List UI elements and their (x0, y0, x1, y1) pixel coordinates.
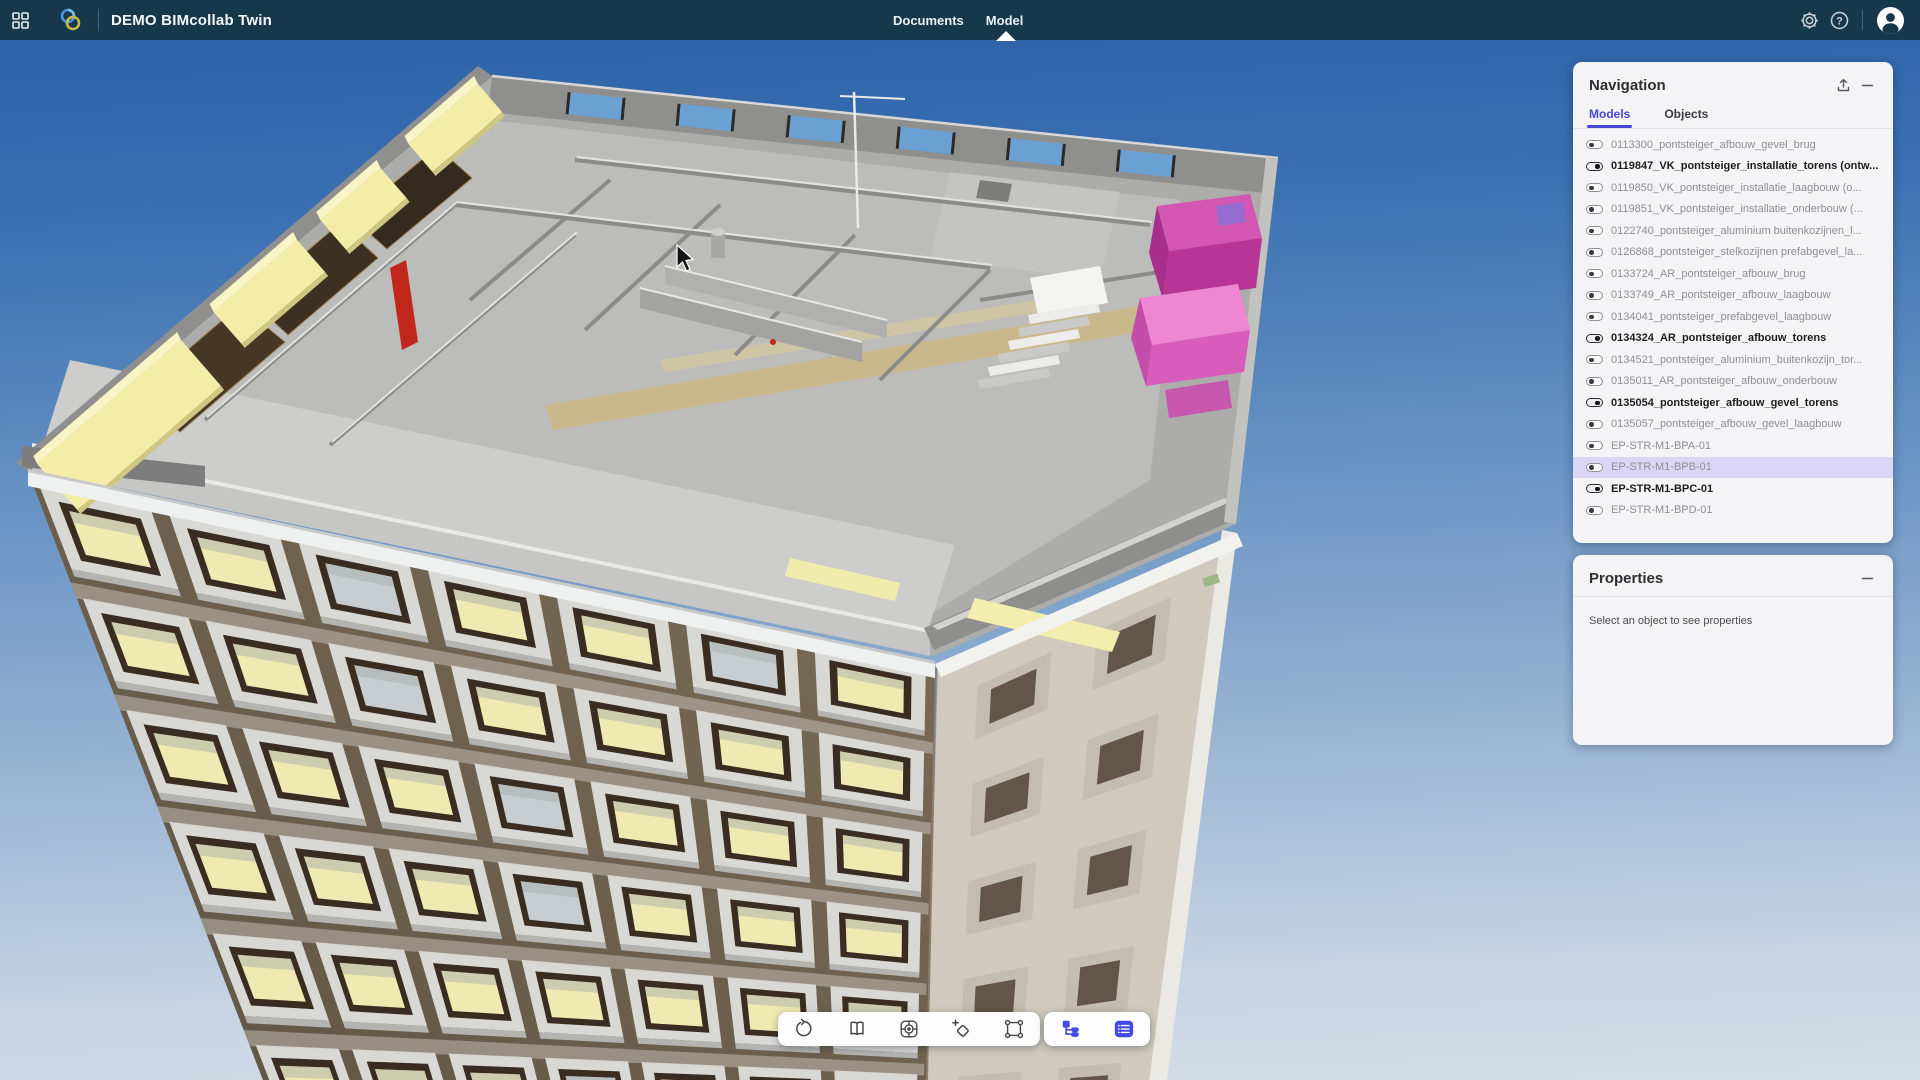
list-view-icon[interactable] (1104, 1014, 1144, 1044)
model-row[interactable]: EP-STR-M1-BPB-01 (1573, 457, 1893, 479)
model-label: 0135011_AR_pontsteiger_afbouw_onderbouw (1611, 375, 1837, 387)
model-label: EP-STR-M1-BPA-01 (1611, 440, 1711, 452)
view-mode-toolbar (1044, 1012, 1150, 1046)
navigation-tabs: Models Objects (1573, 99, 1893, 129)
model-label: 0134521_pontsteiger_aluminium_buitenkozi… (1611, 354, 1862, 366)
visibility-toggle-icon[interactable] (1586, 334, 1603, 343)
visibility-toggle-icon[interactable] (1586, 484, 1603, 493)
reset-view-icon[interactable] (784, 1014, 824, 1044)
model-row[interactable]: 0134324_AR_pontsteiger_afbouw_torens (1573, 328, 1893, 350)
model-label: 0113300_pontsteiger_afbouw_gevel_brug (1611, 139, 1816, 151)
visibility-toggle-icon[interactable] (1586, 312, 1603, 321)
visibility-toggle-icon[interactable] (1586, 355, 1603, 364)
model-row[interactable]: 0133749_AR_pontsteiger_afbouw_laagbouw (1573, 285, 1893, 307)
collapse-icon[interactable] (1855, 75, 1879, 95)
model-list: 0113300_pontsteiger_afbouw_gevel_brug 01… (1573, 129, 1893, 521)
model-row[interactable]: EP-STR-M1-BPC-01 (1573, 478, 1893, 500)
tab-model[interactable]: Model (986, 13, 1024, 28)
visibility-toggle-icon[interactable] (1586, 140, 1603, 149)
visibility-toggle-icon[interactable] (1586, 162, 1603, 171)
model-row[interactable]: EP-STR-M1-BPA-01 (1573, 435, 1893, 457)
visibility-toggle-icon[interactable] (1586, 377, 1603, 386)
visibility-toggle-icon[interactable] (1586, 205, 1603, 214)
bimcollab-logo[interactable] (54, 0, 88, 40)
visibility-toggle-icon[interactable] (1586, 506, 1603, 515)
model-row[interactable]: EP-STR-M1-BPD-01 (1573, 500, 1893, 522)
model-row[interactable]: 0113300_pontsteiger_afbouw_gevel_brug (1573, 134, 1893, 156)
apps-grid-icon[interactable] (0, 0, 40, 40)
visibility-toggle-icon[interactable] (1586, 463, 1603, 472)
model-row[interactable]: 0135057_pontsteiger_afbouw_gevel_laagbou… (1573, 414, 1893, 436)
model-label: 0134041_pontsteiger_prefabgevel_laagbouw (1611, 311, 1831, 323)
visibility-toggle-icon[interactable] (1586, 248, 1603, 257)
viewer-toolbar (778, 1012, 1040, 1046)
settings-gear-icon[interactable] (1794, 0, 1824, 40)
model-label: 0126868_pontsteiger_stelkozijnen prefabg… (1611, 246, 1862, 258)
app-window: { "topbar": { "title": "DEMO BIMcollab T… (0, 0, 1920, 1080)
navigation-panel-title: Navigation (1589, 77, 1831, 94)
divider (1862, 10, 1863, 30)
visibility-toggle-icon[interactable] (1586, 291, 1603, 300)
model-label: EP-STR-M1-BPB-01 (1611, 461, 1712, 473)
model-row[interactable]: 0135011_AR_pontsteiger_afbouw_onderbouw (1573, 371, 1893, 393)
measure-icon[interactable] (941, 1014, 981, 1044)
model-row[interactable]: 0119847_VK_pontsteiger_installatie_toren… (1573, 156, 1893, 178)
visibility-toggle-icon[interactable] (1586, 420, 1603, 429)
tab-objects[interactable]: Objects (1664, 107, 1708, 128)
model-row[interactable]: 0119850_VK_pontsteiger_installatie_laagb… (1573, 177, 1893, 199)
active-tab-pointer (996, 31, 1016, 41)
model-label: 0135057_pontsteiger_afbouw_gevel_laagbou… (1611, 418, 1842, 430)
model-row[interactable]: 0134041_pontsteiger_prefabgevel_laagbouw (1573, 306, 1893, 328)
tab-models[interactable]: Models (1589, 107, 1630, 128)
svg-text:?: ? (1836, 15, 1843, 27)
top-app-bar: DEMO BIMcollab Twin Documents Model ? (0, 0, 1920, 40)
model-row[interactable]: 0126868_pontsteiger_stelkozijnen prefabg… (1573, 242, 1893, 264)
help-icon[interactable]: ? (1824, 0, 1854, 40)
model-label: 0133724_AR_pontsteiger_afbouw_brug (1611, 268, 1806, 280)
model-label: 0119850_VK_pontsteiger_installatie_laagb… (1611, 182, 1862, 194)
properties-empty-message: Select an object to see properties (1573, 597, 1893, 645)
model-row[interactable]: 0133724_AR_pontsteiger_afbouw_brug (1573, 263, 1893, 285)
visibility-toggle-icon[interactable] (1586, 441, 1603, 450)
app-title: DEMO BIMcollab Twin (111, 12, 272, 29)
section-box-icon[interactable] (837, 1014, 877, 1044)
visibility-toggle-icon[interactable] (1586, 183, 1603, 192)
model-label: 0134324_AR_pontsteiger_afbouw_torens (1611, 332, 1826, 344)
tab-documents[interactable]: Documents (893, 13, 964, 28)
visibility-toggle-icon[interactable] (1586, 398, 1603, 407)
model-tree-icon[interactable] (1051, 1014, 1091, 1044)
select-area-icon[interactable] (994, 1014, 1034, 1044)
visibility-toggle-icon[interactable] (1586, 226, 1603, 235)
model-label: 0133749_AR_pontsteiger_afbouw_laagbouw (1611, 289, 1831, 301)
visibility-toggle-icon[interactable] (1586, 269, 1603, 278)
properties-panel: Properties Select an object to see prope… (1573, 555, 1893, 745)
model-label: 0135054_pontsteiger_afbouw_gevel_torens (1611, 397, 1838, 409)
model-row[interactable]: 0134521_pontsteiger_aluminium_buitenkozi… (1573, 349, 1893, 371)
navigation-panel: Navigation Models Objects 0113300_pontst… (1573, 62, 1893, 543)
properties-panel-title: Properties (1589, 570, 1855, 587)
model-label: 0119847_VK_pontsteiger_installatie_toren… (1611, 160, 1878, 172)
navigation-wheel-icon[interactable] (889, 1014, 929, 1044)
collapse-icon[interactable] (1855, 568, 1879, 588)
model-label: 0119851_VK_pontsteiger_installatie_onder… (1611, 203, 1863, 215)
divider (98, 9, 99, 31)
model-row[interactable]: 0135054_pontsteiger_afbouw_gevel_torens (1573, 392, 1893, 414)
model-row[interactable]: 0119851_VK_pontsteiger_installatie_onder… (1573, 199, 1893, 221)
model-label: 0122740_pontsteiger_aluminium buitenkozi… (1611, 225, 1862, 237)
model-label: EP-STR-M1-BPC-01 (1611, 483, 1713, 495)
model-row[interactable]: 0122740_pontsteiger_aluminium buitenkozi… (1573, 220, 1893, 242)
user-avatar[interactable] (1877, 7, 1904, 34)
export-icon[interactable] (1831, 75, 1855, 95)
model-label: EP-STR-M1-BPD-01 (1611, 504, 1712, 516)
